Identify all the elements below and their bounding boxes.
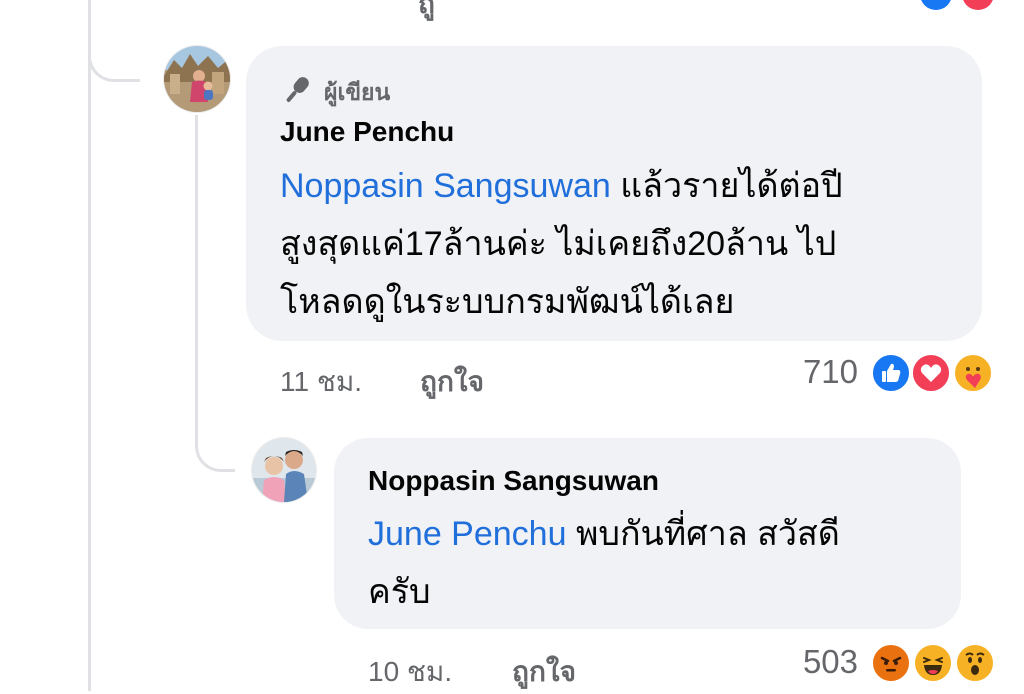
previous-love-reaction-icon xyxy=(962,0,994,10)
mention-link[interactable]: Noppasin Sangsuwan xyxy=(280,167,611,205)
wow-icon[interactable] xyxy=(954,642,996,684)
comment-timestamp[interactable]: 10 ชม. xyxy=(368,650,452,694)
previous-like-reaction-icon xyxy=(920,0,952,10)
haha-icon[interactable] xyxy=(912,642,954,684)
microphone-icon xyxy=(280,74,314,112)
comment-text-line-3: โหลดดูในระบบกรมพัฒน์ได้เลย xyxy=(280,283,735,321)
comment-text-segment: พบกันที่ศาล สวัสดี xyxy=(566,515,840,553)
mention-link[interactable]: June Penchu xyxy=(368,515,567,553)
comment-text-segment: แล้วรายได้ต่อปี xyxy=(610,167,843,205)
comment-author-name[interactable]: June Penchu xyxy=(280,116,454,148)
like-button[interactable]: ถูกใจ xyxy=(512,650,576,694)
previous-comment-like-partial[interactable]: ถู xyxy=(418,0,435,26)
care-icon[interactable] xyxy=(952,352,994,394)
reaction-count[interactable]: 710 xyxy=(778,353,858,391)
thread-elbow-top xyxy=(88,0,140,82)
author-badge-label: ผู้เขียน xyxy=(324,79,391,105)
thread-elbow-reply xyxy=(195,420,235,472)
avatar-noppasin-sangsuwan[interactable] xyxy=(252,438,316,502)
comment-text-line-2: ครับ xyxy=(368,573,431,611)
comment-text: June Penchu พบกันที่ศาล สวัสดี ครับ xyxy=(368,505,948,621)
thread-line-reply xyxy=(195,115,198,445)
comment-text-line-1: Noppasin Sangsuwan แล้วรายได้ต่อปี xyxy=(280,157,970,215)
like-button[interactable]: ถูกใจ xyxy=(420,360,484,404)
avatar-june-penchu[interactable] xyxy=(164,46,230,112)
comment-text-line-2: สูงสุดแค่17ล้านค่ะ ไม่เคยถึง20ล้าน ไป xyxy=(280,225,837,263)
comment-text-line-1: June Penchu พบกันที่ศาล สวัสดี xyxy=(368,505,948,563)
reaction-count[interactable]: 503 xyxy=(778,643,858,681)
author-badge: ผู้เขียน xyxy=(280,74,390,112)
comment-timestamp[interactable]: 11 ชม. xyxy=(280,360,362,404)
comment-author-name[interactable]: Noppasin Sangsuwan xyxy=(368,465,659,497)
love-icon[interactable] xyxy=(910,352,952,394)
comment-text: Noppasin Sangsuwan แล้วรายได้ต่อปี สูงสุ… xyxy=(280,157,970,331)
like-icon[interactable] xyxy=(870,352,912,394)
angry-icon[interactable] xyxy=(870,642,912,684)
thread-line-main xyxy=(88,0,91,691)
